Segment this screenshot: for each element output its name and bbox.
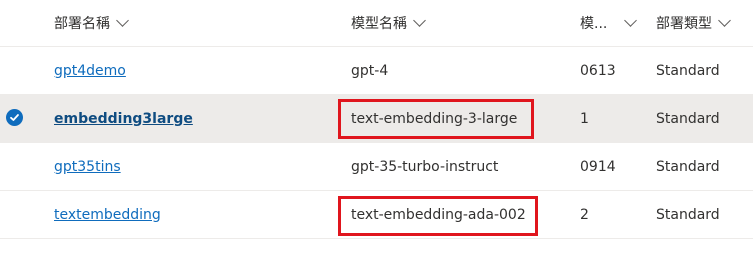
chevron-down-icon (718, 13, 731, 27)
deployment-name-cell: gpt35tins (54, 143, 121, 190)
deployment-name-cell: embedding3large (54, 95, 193, 142)
chevron-down-icon (413, 13, 426, 27)
deployment-link[interactable]: gpt4demo (54, 63, 126, 79)
deployment-link[interactable]: gpt35tins (54, 159, 121, 175)
column-header-label: 模型名稱 (351, 16, 407, 32)
model-version-cell: 1 (580, 110, 589, 127)
column-header-model-name[interactable]: 模型名稱 (351, 13, 426, 33)
checkmark-circle-icon[interactable] (6, 109, 23, 126)
column-header-deployment-name[interactable]: 部署名稱 (54, 13, 129, 33)
deployment-link[interactable]: textembedding (54, 207, 161, 223)
table-row[interactable]: gpt4demo gpt-4 0613 Standard (0, 47, 753, 95)
model-version-cell: 2 (580, 206, 589, 223)
deployment-type-cell: Standard (656, 110, 720, 127)
chevron-down-icon (116, 13, 129, 27)
deployment-link[interactable]: embedding3large (54, 111, 193, 127)
deployment-type-cell: Standard (656, 206, 720, 223)
model-name-cell: gpt-35-turbo-instruct (351, 158, 499, 175)
annotation-highlight-box (338, 99, 534, 139)
model-name-cell: gpt-4 (351, 62, 389, 79)
column-header-label: 模... (580, 16, 608, 32)
annotation-highlight-box (338, 196, 538, 236)
deployment-name-cell: textembedding (54, 191, 161, 238)
deployment-type-cell: Standard (656, 62, 720, 79)
model-version-cell: 0914 (580, 158, 616, 175)
deployment-name-cell: gpt4demo (54, 47, 126, 94)
table-row[interactable]: gpt35tins gpt-35-turbo-instruct 0914 Sta… (0, 143, 753, 191)
model-version-cell: 0613 (580, 62, 616, 79)
column-header-model-version[interactable]: 模... (580, 13, 637, 33)
column-header-label: 部署名稱 (54, 16, 110, 32)
chevron-down-icon (624, 14, 637, 27)
table-header: 部署名稱 模型名稱 模... 部署類型 (0, 0, 753, 47)
column-header-deployment-type[interactable]: 部署類型 (656, 13, 731, 33)
column-header-label: 部署類型 (656, 16, 712, 32)
deployment-type-cell: Standard (656, 158, 720, 175)
